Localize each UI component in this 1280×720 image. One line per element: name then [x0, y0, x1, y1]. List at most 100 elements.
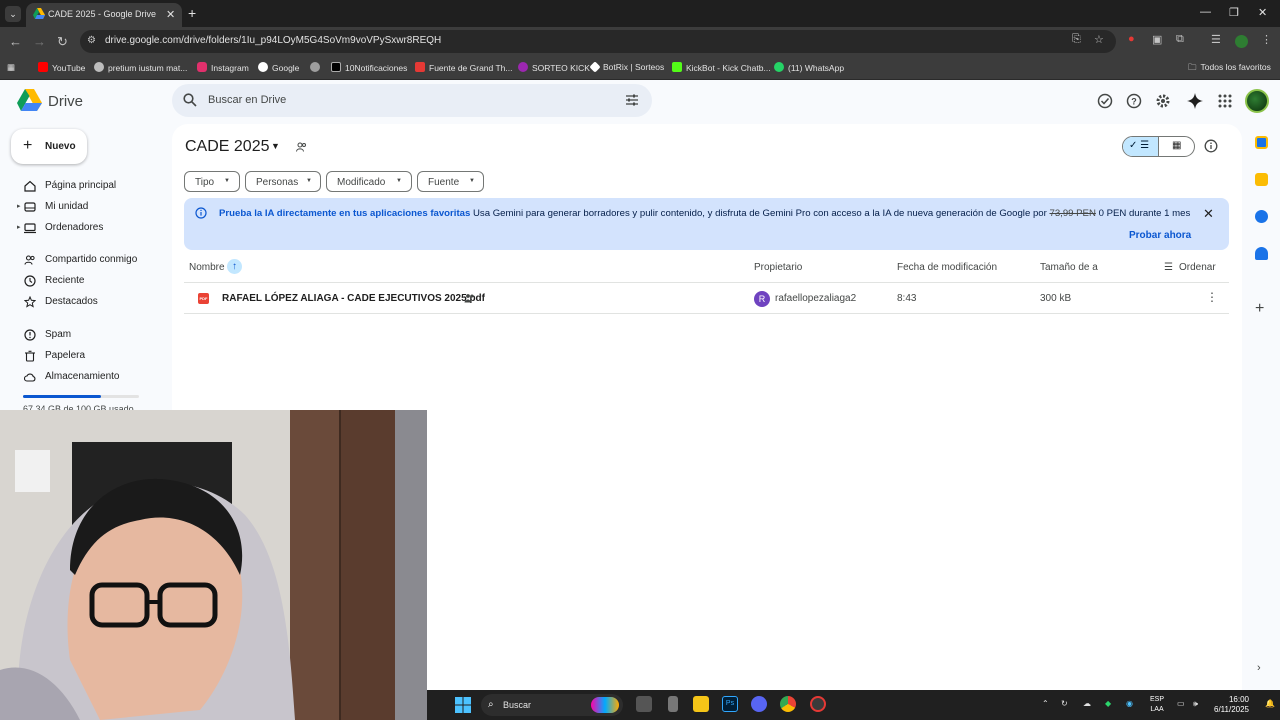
nav-starred[interactable]: Destacados [0, 293, 160, 313]
layout-toggle[interactable]: ✓ ☰ ▦ [1122, 136, 1195, 157]
bookmark-botrix[interactable]: BotRix | Sorteos [589, 61, 664, 73]
tray-app-icon[interactable]: ◆ [1105, 699, 1111, 708]
folder-menu-caret-icon[interactable]: ▼ [271, 141, 280, 151]
details-info-icon[interactable] [1204, 139, 1218, 153]
new-button[interactable]: + Nuevo [11, 129, 87, 164]
restore-icon[interactable]: ❐ [1229, 6, 1239, 19]
back-icon[interactable]: ← [9, 34, 22, 49]
expand-caret-icon[interactable]: ▸ [17, 202, 21, 210]
sort-ascending-icon[interactable]: ↑ [227, 259, 242, 274]
new-tab-icon[interactable]: + [188, 5, 196, 21]
nav-computers[interactable]: ▸ Ordenadores [0, 219, 160, 239]
filter-type-chip[interactable]: Tipo ▼ [184, 171, 240, 192]
taskbar-search[interactable]: ⌕ Buscar [481, 694, 623, 716]
photoshop-icon[interactable]: Ps [722, 696, 738, 712]
nav-recent[interactable]: Reciente [0, 272, 160, 292]
column-owner-header[interactable]: Propietario [754, 262, 802, 273]
banner-close-icon[interactable]: ✕ [1203, 206, 1214, 222]
bookmark-grand-theft[interactable]: Fuente de Grand Th... [415, 62, 512, 73]
keep-icon[interactable] [1255, 173, 1268, 186]
bookmark-kickbot[interactable]: KickBot - Kick Chatb... [672, 62, 771, 73]
help-icon[interactable]: ? [1126, 93, 1142, 109]
folder-title[interactable]: CADE 2025 [185, 138, 270, 156]
filter-source-chip[interactable]: Fuente ▼ [417, 171, 484, 192]
more-actions-icon[interactable]: ⋮ [1206, 290, 1218, 304]
filter-people-chip[interactable]: Personas ▼ [245, 171, 321, 192]
column-modified-header[interactable]: Fecha de modificación [897, 262, 997, 273]
file-row[interactable]: PDF RAFAEL LÓPEZ ALIAGA - CADE EJECUTIVO… [184, 283, 1229, 314]
nav-my-drive[interactable]: ▸ Mi unidad [0, 198, 160, 218]
try-now-button[interactable]: Probar ahora [1129, 230, 1191, 241]
search-input[interactable]: Buscar en Drive [208, 94, 286, 106]
column-size-header[interactable]: Tamaño de a [1040, 262, 1098, 273]
expand-panel-icon[interactable]: › [1257, 662, 1261, 674]
address-bar[interactable]: ⚙ drive.google.com/drive/folders/1Iu_p94… [80, 30, 1116, 53]
apps-grid-icon[interactable]: ▦ [7, 62, 15, 73]
windows-start-icon[interactable] [455, 697, 471, 713]
bookmark-star-icon[interactable]: ☆ [1094, 33, 1104, 46]
chrome-menu-icon[interactable]: ⋮ [1261, 33, 1272, 46]
google-apps-icon[interactable] [1217, 93, 1233, 109]
search-bar[interactable]: Buscar en Drive [172, 84, 652, 117]
calendar-icon[interactable] [1255, 136, 1268, 149]
nav-storage[interactable]: Almacenamiento [0, 368, 160, 388]
offline-status-icon[interactable] [1097, 93, 1113, 109]
search-icon[interactable] [183, 93, 197, 107]
bookmark-google[interactable]: Google [258, 62, 299, 73]
column-name-header[interactable]: Nombre [189, 262, 225, 273]
task-view-icon[interactable] [636, 696, 652, 712]
reload-icon[interactable]: ↻ [57, 34, 68, 50]
add-addons-icon[interactable]: + [1255, 300, 1264, 318]
file-explorer-icon[interactable] [693, 696, 709, 712]
extensions-puzzle-icon[interactable]: ⧉ [1176, 33, 1184, 46]
tasks-icon[interactable] [1255, 210, 1268, 223]
drive-logo-icon[interactable] [17, 89, 42, 111]
tab-close-icon[interactable]: ✕ [166, 8, 175, 21]
filter-modified-chip[interactable]: Modificado ▼ [326, 171, 412, 192]
gemini-sparkle-icon[interactable] [1187, 93, 1203, 109]
app-pin-icon[interactable] [668, 696, 678, 712]
bookmark-instagram[interactable]: Instagram [197, 62, 249, 73]
network-icon[interactable]: ▭ [1177, 699, 1185, 708]
nav-home[interactable]: Página principal [0, 177, 160, 197]
tray-overflow-icon[interactable]: ⌃ [1042, 699, 1049, 708]
minimize-icon[interactable]: — [1200, 6, 1211, 18]
volume-icon[interactable]: 🕪 [1193, 699, 1198, 709]
bookmark-10notificaciones[interactable]: 10Notificaciones [331, 62, 407, 73]
bookmark-whatsapp[interactable]: (11) WhatsApp [774, 62, 844, 73]
window-close-icon[interactable]: ✕ [1258, 6, 1267, 19]
recording-app-icon[interactable] [810, 696, 826, 712]
contacts-icon[interactable] [1255, 247, 1268, 260]
bookmark-unnamed[interactable] [310, 62, 324, 73]
bookmark-youtube[interactable]: YouTube [38, 62, 85, 73]
reading-list-icon[interactable]: ☰ [1211, 33, 1221, 46]
bookmark-pretium[interactable]: pretium iustum mat... [94, 62, 187, 73]
defender-icon[interactable]: ◉ [1126, 699, 1133, 708]
discord-icon[interactable] [751, 696, 767, 712]
sort-menu-button[interactable]: ☰ Ordenar [1164, 262, 1216, 273]
bookmark-sorteo-kick[interactable]: SORTEO KICK [518, 62, 590, 73]
search-options-icon[interactable] [625, 93, 639, 107]
forward-icon[interactable]: → [33, 34, 46, 49]
site-info-icon[interactable]: ⚙ [87, 35, 96, 46]
settings-gear-icon[interactable] [1155, 93, 1171, 109]
extension-icon[interactable]: ▣ [1152, 33, 1162, 46]
all-bookmarks[interactable]: 🗀 Todos los favoritos [1188, 62, 1271, 76]
input-language[interactable]: ESP LAA [1150, 695, 1164, 715]
onedrive-icon[interactable]: ☁ [1083, 699, 1091, 708]
drive-brand[interactable]: Drive [48, 93, 83, 110]
chrome-icon[interactable] [780, 696, 796, 712]
tab-search-button[interactable]: ⌄ [5, 6, 21, 22]
expand-caret-icon[interactable]: ▸ [17, 223, 21, 231]
extension-record-icon[interactable]: ● [1128, 33, 1135, 45]
nav-spam[interactable]: Spam [0, 326, 160, 346]
install-app-icon[interactable]: ⎘ [1072, 33, 1081, 46]
list-view-button[interactable]: ✓ ☰ [1123, 137, 1159, 156]
shared-folder-icon[interactable] [296, 142, 307, 152]
nav-shared-with-me[interactable]: Compartido conmigo [0, 251, 160, 271]
browser-tab[interactable]: CADE 2025 - Google Drive ✕ [26, 3, 182, 27]
system-clock[interactable]: 16:00 6/11/2025 [1214, 695, 1249, 715]
profile-avatar[interactable] [1235, 35, 1248, 48]
nav-trash[interactable]: Papelera [0, 347, 160, 367]
tray-sync-icon[interactable]: ↻ [1061, 699, 1068, 708]
